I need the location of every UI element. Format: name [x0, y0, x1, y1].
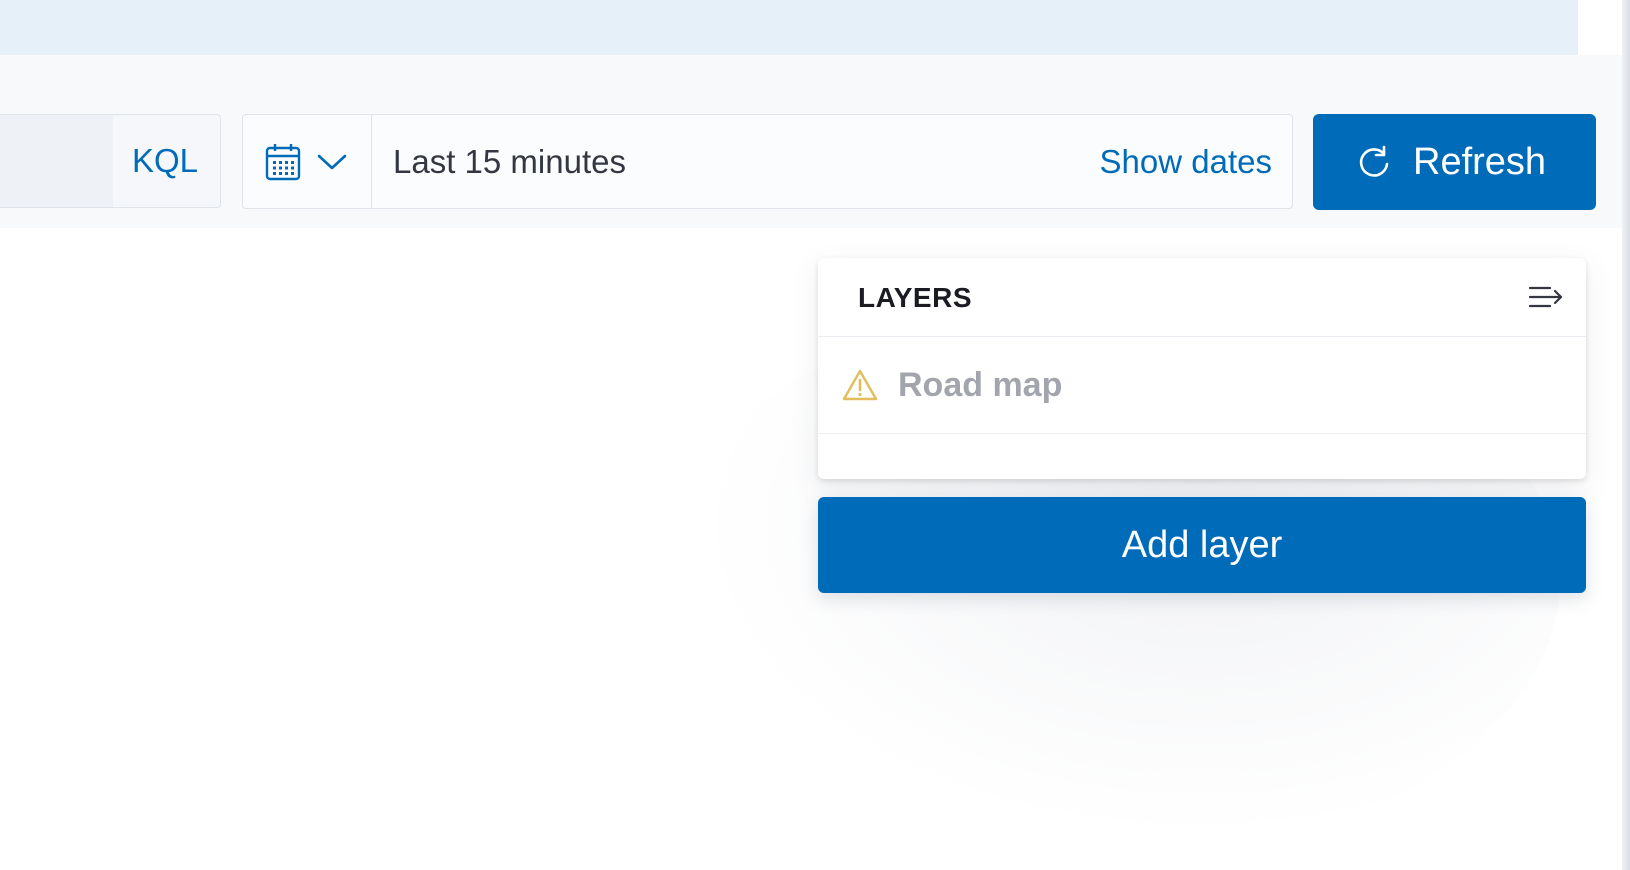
refresh-button[interactable]: Refresh	[1313, 114, 1596, 210]
date-picker: Last 15 minutes Show dates	[242, 114, 1293, 209]
chevron-down-icon	[317, 154, 347, 170]
warning-icon	[842, 369, 878, 401]
layer-item-road-map[interactable]: Road map	[818, 337, 1586, 434]
query-input[interactable]: KQL	[0, 114, 221, 208]
window-edge	[1622, 0, 1630, 870]
collapse-panel-icon[interactable]	[1528, 284, 1564, 310]
show-dates-button[interactable]: Show dates	[1100, 115, 1272, 208]
layer-name: Road map	[898, 366, 1063, 404]
layers-panel: LAYERS Road map	[818, 258, 1586, 479]
quick-select-button[interactable]	[243, 115, 372, 208]
query-input-text-area[interactable]	[0, 115, 113, 207]
refresh-label: Refresh	[1413, 141, 1547, 183]
query-language-switcher[interactable]: KQL	[132, 115, 198, 207]
callout-banner	[0, 0, 1578, 55]
map-app: KQL Last 15 minutes Show dates Refresh L…	[0, 0, 1630, 870]
refresh-icon	[1359, 145, 1389, 177]
layers-title: LAYERS	[858, 282, 973, 313]
date-range-text[interactable]: Last 15 minutes	[393, 115, 626, 208]
add-layer-button[interactable]: Add layer	[818, 497, 1586, 593]
calendar-icon	[265, 144, 301, 181]
layers-header: LAYERS	[818, 258, 1586, 337]
